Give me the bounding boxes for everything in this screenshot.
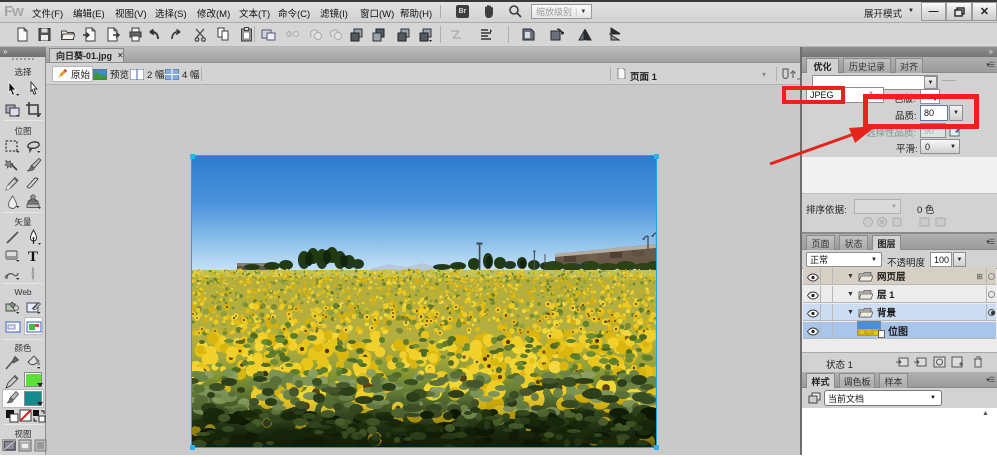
svg-text:T: T [28, 249, 38, 264]
